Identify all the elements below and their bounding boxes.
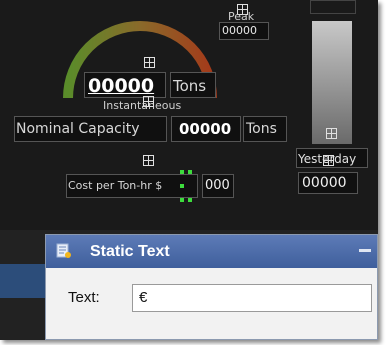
minimize-button[interactable] — [359, 249, 371, 252]
selection-handle[interactable] — [188, 170, 192, 174]
gauge-value: 00000 — [88, 75, 155, 97]
selection-handle[interactable] — [188, 198, 192, 202]
selection-handle[interactable] — [180, 184, 184, 188]
selection-handle[interactable] — [180, 198, 184, 202]
cost-label: Cost per Ton-hr $ — [68, 179, 163, 192]
text-field-label: Text: — [68, 289, 100, 306]
text-field-input[interactable]: € — [132, 284, 372, 312]
dialog-header[interactable]: Static Text — [46, 235, 377, 268]
grid-icon[interactable] — [144, 57, 155, 68]
static-text-icon — [56, 243, 71, 258]
nominal-unit: Tons — [246, 121, 277, 137]
level-bar — [312, 21, 352, 144]
yesterday-value: 00000 — [302, 175, 347, 191]
grid-icon[interactable] — [143, 155, 154, 166]
cost-value: 000 — [205, 178, 230, 193]
peak-value: 00000 — [222, 24, 257, 37]
dialog-title: Static Text — [90, 243, 170, 260]
grid-icon[interactable] — [326, 128, 337, 139]
dialog-body: Text: € — [46, 268, 377, 339]
design-canvas[interactable]: 00000 Tons Instantaneous Peak 00000 Nomi… — [0, 0, 378, 340]
static-text-dialog: Static Text Text: € — [45, 234, 378, 340]
nominal-label: Nominal Capacity — [16, 121, 140, 137]
grid-icon[interactable] — [323, 155, 334, 166]
grid-icon[interactable] — [143, 96, 154, 107]
gauge-unit: Tons — [173, 77, 207, 95]
selection-handle[interactable] — [180, 170, 184, 174]
level-bar-top — [310, 0, 356, 14]
nominal-value: 00000 — [179, 120, 232, 138]
